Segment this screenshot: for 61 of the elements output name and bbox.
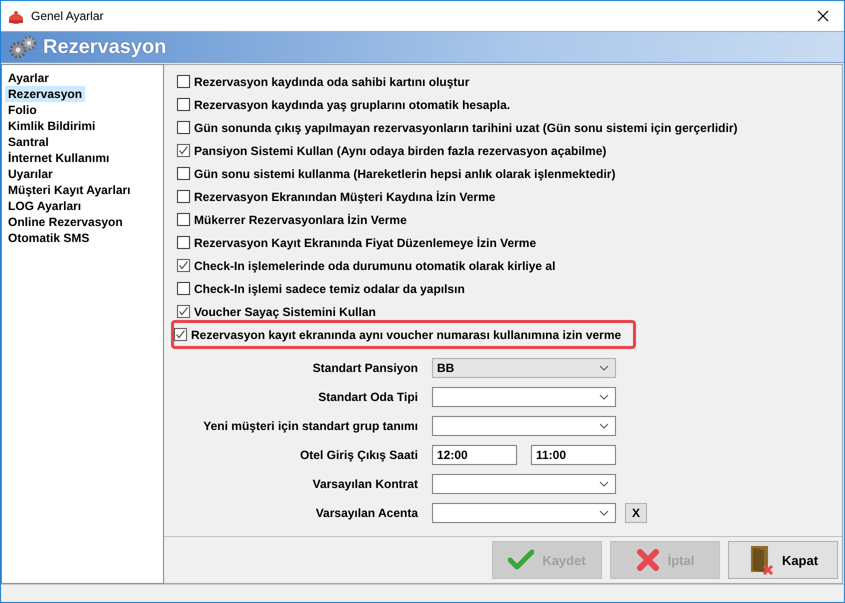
time-field[interactable]: 11:00: [531, 445, 616, 465]
dropdown-field[interactable]: [432, 474, 616, 494]
checkbox[interactable]: [177, 167, 190, 180]
chevron-down-icon: [599, 365, 609, 371]
checkmark-icon: [508, 548, 534, 572]
checkbox-label: Rezervasyon kaydında oda sahibi kartını oluştur: [194, 74, 470, 88]
close-icon: [817, 10, 829, 22]
action-button[interactable]: Kapat: [728, 541, 838, 579]
field-label: Otel Giriş Çıkış Saati: [298, 448, 418, 462]
checkbox-label: Pansiyon Sistemi Kullan (Aynı odaya birden fazla rezervasyon açabilme): [194, 144, 606, 158]
checkbox[interactable]: [177, 121, 190, 134]
checkbox-label: Check-In işlemi sadece temiz odalar da yapılsın: [194, 282, 465, 296]
checkbox-label: Check-In işlemelerinde oda durumunu otomatik olarak kirliye al: [194, 258, 556, 272]
checkbox[interactable]: [174, 328, 187, 341]
chevron-down-icon: [599, 510, 609, 516]
checkbox-label: Rezervasyon Kayıt Ekranında Fiyat Düzenlemeye İzin Verme: [194, 236, 536, 250]
sidebar-item[interactable]: Santral: [5, 134, 52, 150]
checkbox[interactable]: [177, 144, 190, 157]
checkbox-label: Rezervasyon kaydında yaş gruplarını otomatik hesapla.: [194, 98, 510, 112]
x-icon: [636, 548, 660, 572]
clear-button[interactable]: X: [625, 503, 647, 523]
gears-icon: [7, 34, 37, 60]
checkbox[interactable]: [177, 282, 190, 295]
dropdown-field[interactable]: [432, 416, 616, 436]
checkbox[interactable]: [177, 259, 190, 272]
sidebar-item[interactable]: Müşteri Kayıt Ayarları: [5, 182, 134, 198]
chevron-down-icon: [599, 423, 609, 429]
sidebar-item[interactable]: Online Rezervasyon: [5, 214, 126, 230]
checkbox-label: Mükerrer Rezervasyonlara İzin Verme: [194, 212, 407, 226]
sidebar-item[interactable]: LOG Ayarları: [5, 198, 84, 214]
sidebar-item[interactable]: Rezervasyon: [5, 86, 86, 102]
sidebar-item[interactable]: Uyarılar: [5, 166, 56, 182]
checkbox-label: Gün sonunda çıkış yapılmayan rezervasyonların tarihini uzat (Gün sonu sistemi için gerçerlidir): [194, 120, 738, 134]
field-label: Standart Oda Tipi: [317, 390, 418, 404]
chevron-down-icon: [599, 481, 609, 487]
field-label: Varsayılan Acenta: [314, 506, 418, 520]
sidebar-item[interactable]: Otomatik SMS: [5, 230, 92, 246]
sidebar-item[interactable]: İnternet Kullanımı: [5, 150, 112, 166]
checkbox-label: Gün sonu sistemi kullanma (Hareketlerin hepsi anlık olarak işlenmektedir): [194, 166, 616, 180]
checkbox[interactable]: [177, 305, 190, 318]
checkbox-label: Rezervasyon kayıt ekranında aynı voucher numarası kullanımına izin verme: [191, 328, 622, 342]
bell-icon: [7, 8, 25, 24]
checkbox-label: Voucher Sayaç Sistemini Kullan: [194, 304, 376, 318]
section-title: Rezervasyon: [43, 36, 166, 58]
chevron-down-icon: [599, 394, 609, 400]
field-label: Yeni müşteri için standart grup tanımı: [202, 419, 418, 433]
sidebar-item[interactable]: Folio: [5, 102, 40, 118]
checkbox[interactable]: [177, 190, 190, 203]
sidebar-item[interactable]: Ayarlar: [5, 70, 52, 86]
checkbox-label: Rezervasyon Ekranından Müşteri Kaydına İzin Verme: [194, 190, 496, 204]
time-field[interactable]: 12:00: [432, 445, 517, 465]
field-label: Standart Pansiyon: [312, 361, 418, 375]
window-title: Genel Ayarlar: [31, 9, 104, 23]
dropdown-field[interactable]: [432, 503, 616, 523]
dropdown-field[interactable]: [432, 387, 616, 407]
field-label: Varsayılan Kontrat: [312, 477, 418, 491]
checkbox[interactable]: [177, 213, 190, 226]
checkbox[interactable]: [177, 236, 190, 249]
sidebar-item[interactable]: Kimlik Bildirimi: [5, 118, 98, 134]
checkbox[interactable]: [177, 75, 190, 88]
checkbox[interactable]: [177, 98, 190, 111]
